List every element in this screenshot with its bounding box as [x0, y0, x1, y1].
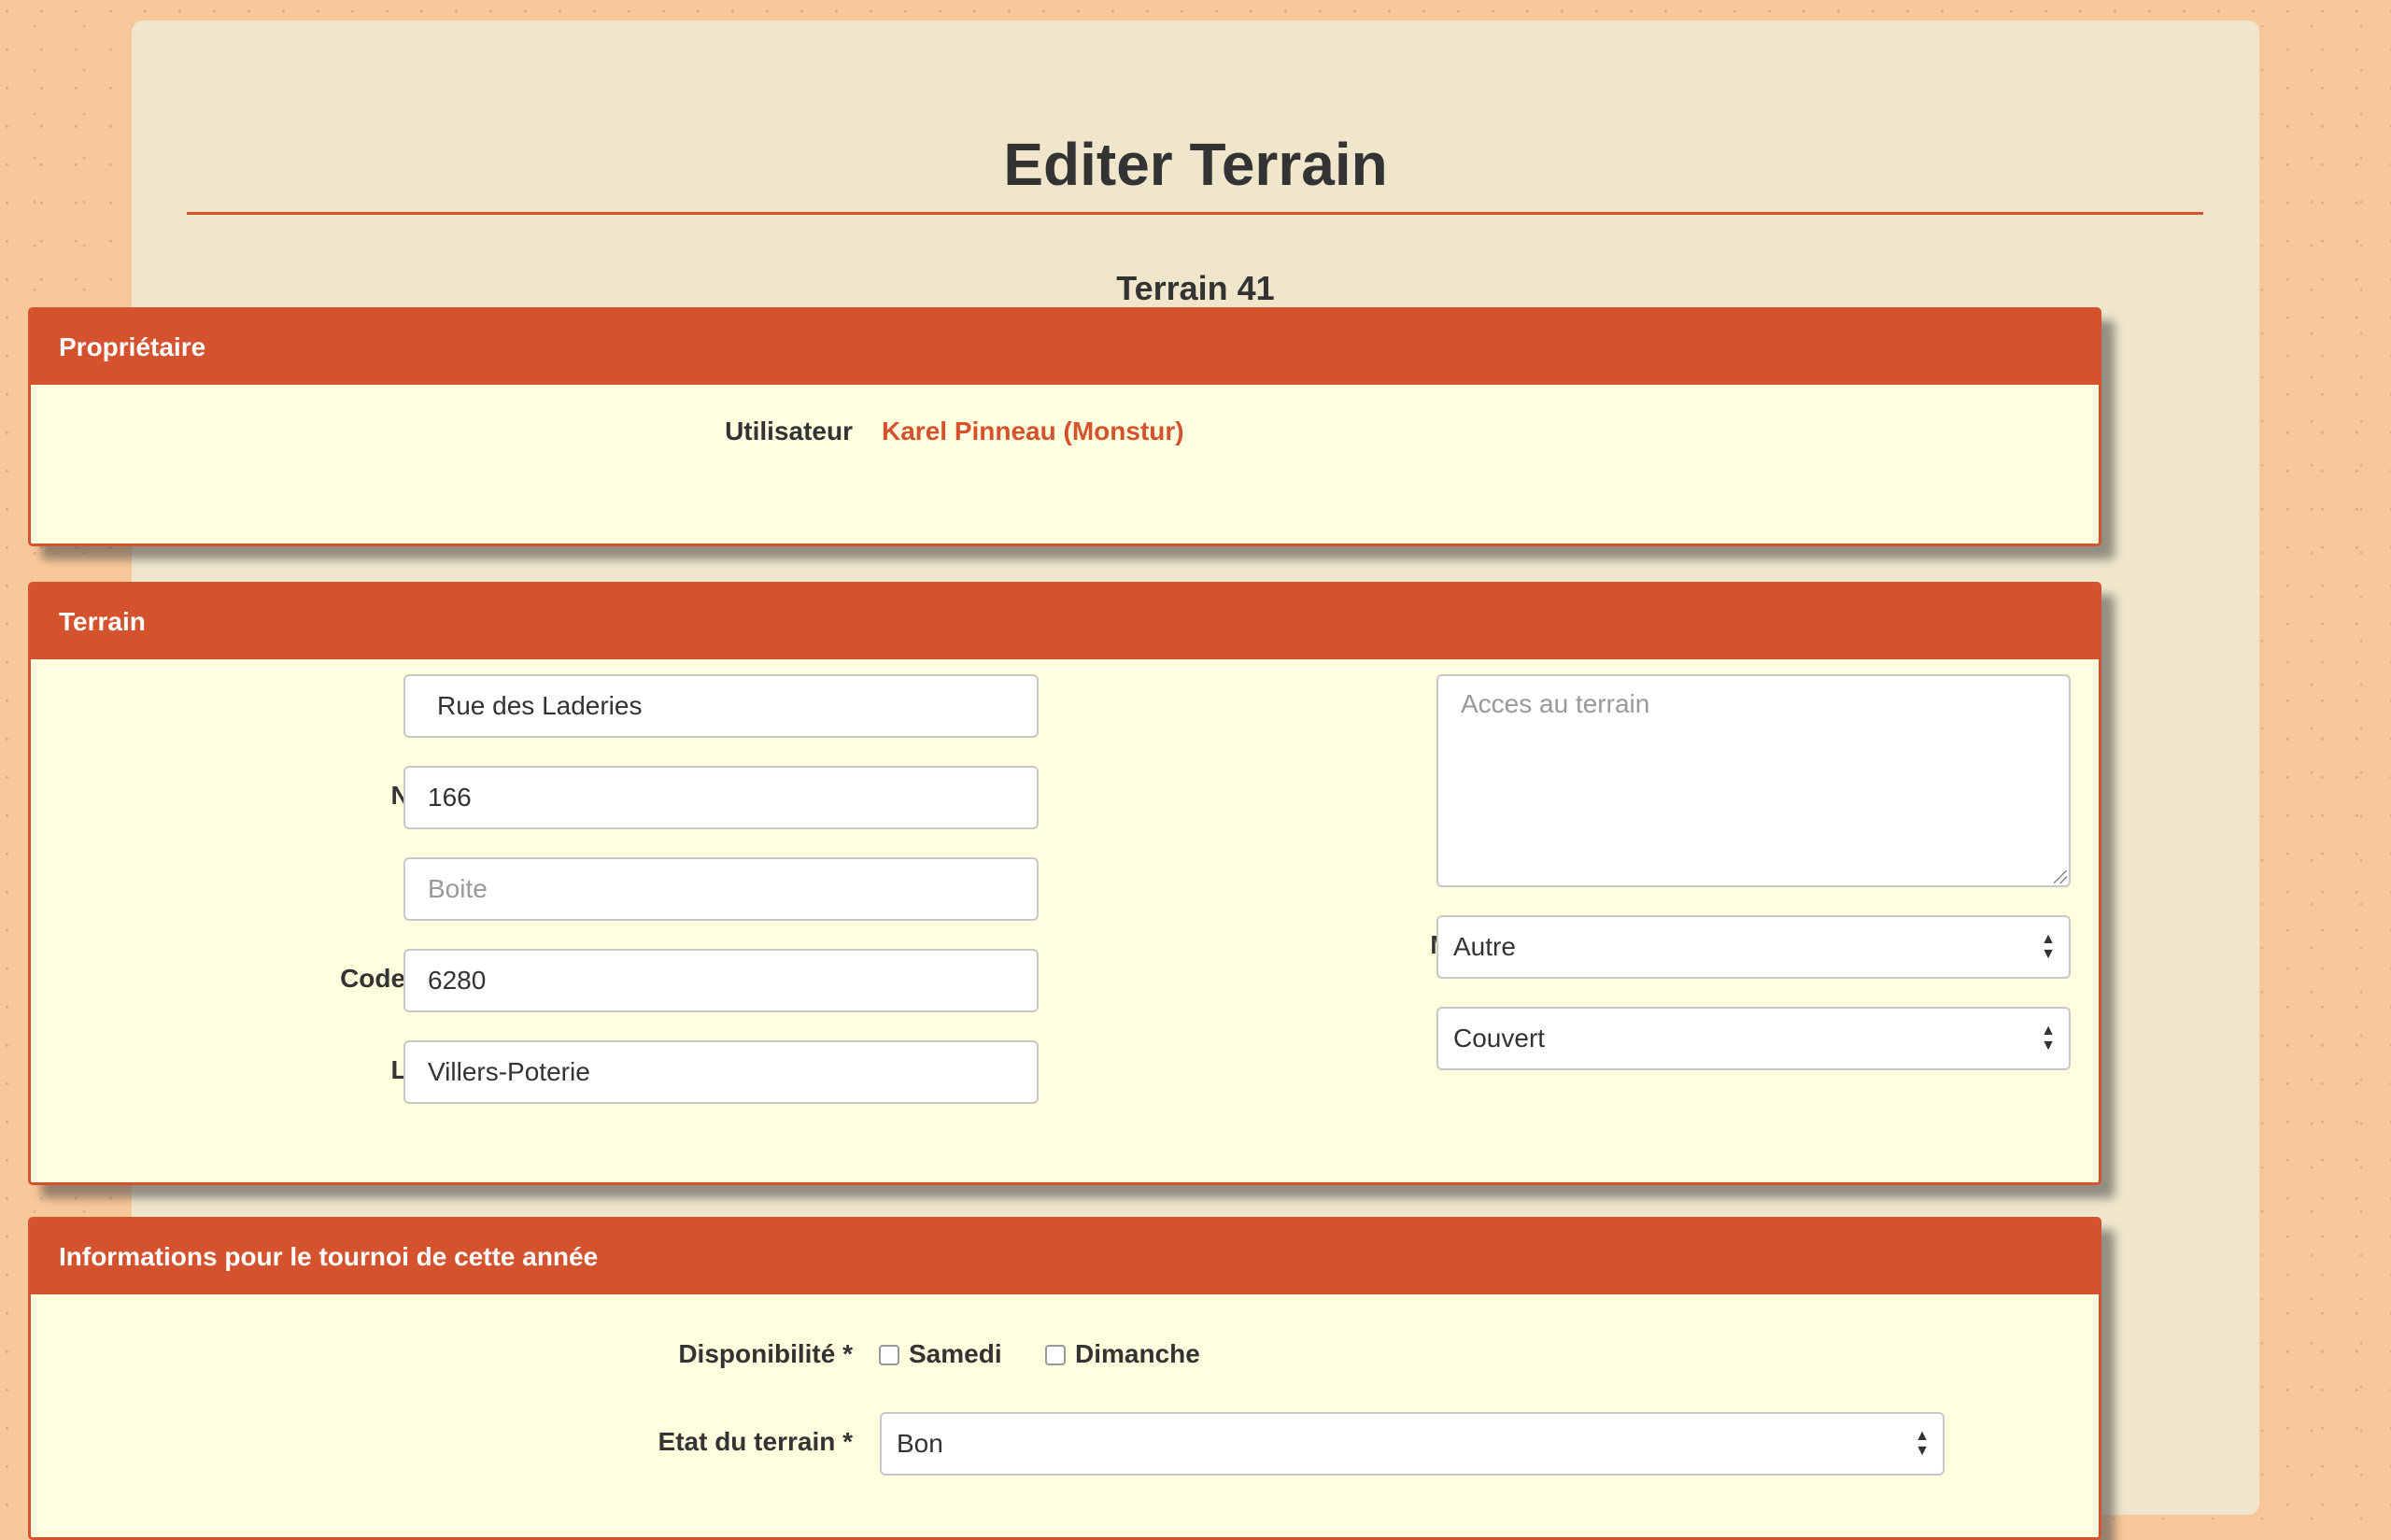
boite-input[interactable]	[403, 857, 1039, 921]
select-arrows-icon: ▲ ▼	[2041, 931, 2056, 962]
user-label: Utilisateur	[725, 417, 853, 445]
rue-input[interactable]	[403, 674, 1039, 738]
acces-wrapper	[1436, 674, 2071, 887]
tournoi-panel: Informations pour le tournoi de cette an…	[28, 1217, 2101, 1540]
matiere-selected-value: Autre	[1453, 932, 1516, 961]
select-arrows-icon: ▲ ▼	[2041, 1023, 2056, 1053]
samedi-checkbox[interactable]	[879, 1345, 899, 1365]
user-link[interactable]: Karel Pinneau (Monstur)	[882, 417, 1184, 446]
resize-handle-icon[interactable]	[2054, 870, 2067, 883]
terrain-panel: Terrain Rue * Numero * Boite Code postal…	[28, 582, 2101, 1185]
dimanche-checkbox[interactable]	[1045, 1345, 1066, 1365]
type-selected-value: Couvert	[1453, 1024, 1546, 1053]
tournoi-panel-heading: Informations pour le tournoi de cette an…	[31, 1220, 2099, 1294]
samedi-label[interactable]: Samedi	[909, 1339, 1002, 1369]
select-arrows-icon: ▲ ▼	[1915, 1428, 1930, 1459]
terrain-panel-heading: Terrain	[31, 585, 2099, 659]
numero-input[interactable]	[403, 766, 1039, 829]
localite-input[interactable]	[403, 1040, 1039, 1104]
etat-select[interactable]: Bon ▲ ▼	[880, 1412, 1945, 1476]
title-divider	[187, 212, 2203, 215]
page-title: Editer Terrain	[1003, 131, 1388, 198]
type-select[interactable]: Couvert ▲ ▼	[1436, 1007, 2071, 1070]
acces-textarea[interactable]	[1436, 674, 2071, 887]
code-postal-input[interactable]	[403, 949, 1039, 1012]
owner-panel: Propriétaire Utilisateur Karel Pinneau (…	[28, 307, 2101, 546]
etat-label: Etat du terrain *	[658, 1427, 853, 1456]
terrain-subtitle: Terrain 41	[1116, 269, 1275, 307]
dimanche-label[interactable]: Dimanche	[1075, 1339, 1200, 1369]
etat-selected-value: Bon	[897, 1429, 943, 1458]
matiere-select[interactable]: Autre ▲ ▼	[1436, 915, 2071, 979]
owner-panel-heading: Propriétaire	[31, 310, 2099, 385]
disponibilite-label: Disponibilité *	[678, 1339, 853, 1368]
